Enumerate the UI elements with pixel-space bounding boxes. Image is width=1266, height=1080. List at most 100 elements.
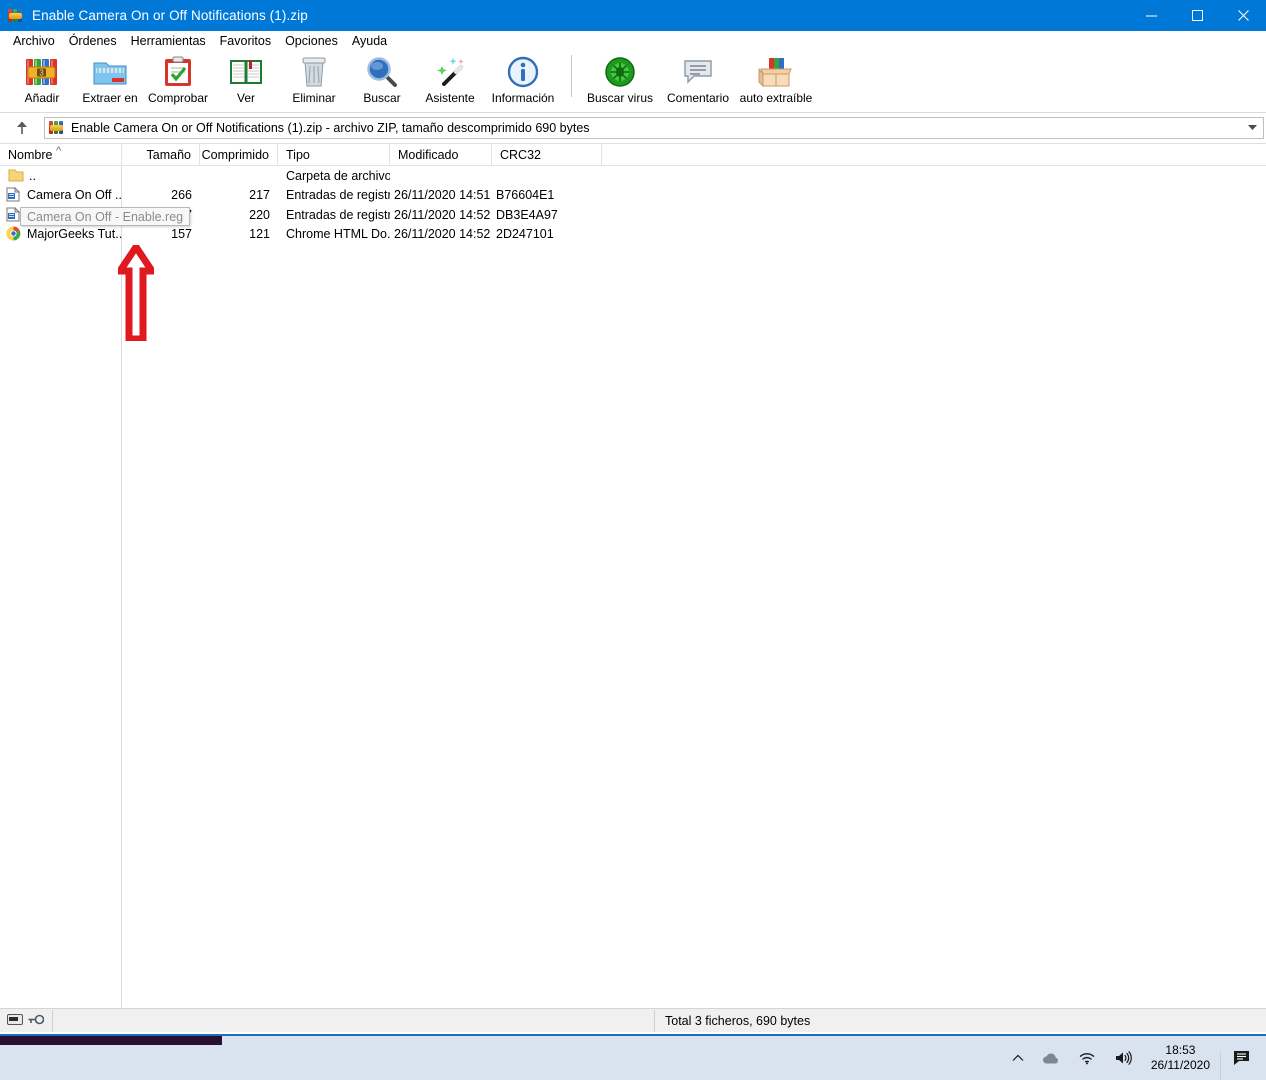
cell-type: Entradas de registro — [286, 207, 390, 222]
toolbar-label: Eliminar — [292, 91, 336, 105]
status-summary: Total 3 ficheros, 690 bytes — [654, 1009, 1266, 1032]
info-circle-icon — [507, 54, 539, 90]
toolbar-button-extraer-en[interactable]: Extraer en — [76, 51, 144, 111]
column-header-label: Comprimido — [201, 147, 269, 162]
window-controls — [1128, 0, 1266, 31]
status-summary-text: Total 3 ficheros, 690 bytes — [665, 1013, 811, 1028]
reg-file-icon — [6, 187, 22, 203]
status-icons — [0, 1010, 52, 1032]
wizard-wand-icon — [434, 54, 466, 90]
file-name: MajorGeeks Tut... — [27, 227, 122, 242]
windows-taskbar: 18:53 26/11/2020 — [0, 1034, 1266, 1080]
menu-item-favoritos[interactable]: Favoritos — [213, 32, 278, 50]
cell-name: .. — [0, 168, 122, 184]
notification-icon[interactable] — [1220, 1049, 1266, 1080]
cell-compressed: 217 — [249, 188, 270, 203]
winrar-window: Enable Camera On or Off Notifications (1… — [0, 0, 1266, 1080]
column-header-tamano[interactable]: Tamaño — [122, 143, 200, 166]
toolbar-label: Información — [491, 91, 555, 105]
up-arrow-icon[interactable] — [0, 115, 44, 141]
toolbar-button-comentario[interactable]: Comentario — [659, 51, 737, 111]
toolbar-label: Buscar virus — [586, 91, 654, 105]
winrar-icon — [8, 8, 24, 24]
menu-item-herramientas[interactable]: Herramientas — [124, 32, 213, 50]
toolbar-button-asistente[interactable]: Asistente — [416, 51, 484, 111]
clock-time: 18:53 — [1165, 1043, 1196, 1057]
minimize-button[interactable] — [1128, 0, 1174, 31]
column-header-label: CRC32 — [500, 147, 541, 162]
add-archive-icon: 3 — [25, 54, 59, 90]
column-header-nombre[interactable]: Nombre ^ — [0, 143, 122, 166]
cell-crc32: B76604E1 — [496, 188, 555, 203]
toolbar-button-eliminar[interactable]: Eliminar — [280, 51, 348, 111]
cell-size: 157 — [171, 227, 192, 242]
chevron-up-icon[interactable] — [1003, 1054, 1033, 1062]
taskbar-window-band — [0, 1036, 222, 1045]
system-tray: 18:53 26/11/2020 — [1003, 1036, 1266, 1080]
speaker-icon[interactable] — [1105, 1051, 1141, 1065]
status-bar: Total 3 ficheros, 690 bytes — [0, 1008, 1266, 1032]
toolbar-label: Ver — [236, 91, 255, 105]
cloud-icon[interactable] — [1033, 1052, 1069, 1065]
sfx-box-icon — [758, 54, 794, 90]
table-row[interactable]: .. Carpeta de archivos — [0, 166, 1266, 186]
menu-item-ayuda[interactable]: Ayuda — [345, 32, 394, 50]
folder-tree-pane[interactable] — [0, 166, 122, 1009]
toolbar-label: Comprobar — [147, 91, 209, 105]
toolbar-button-comprobar[interactable]: Comprobar — [144, 51, 212, 111]
column-header-label: Nombre — [8, 147, 53, 162]
column-header-comprimido[interactable]: Comprimido — [200, 143, 278, 166]
toolbar-label: Extraer en — [82, 91, 138, 105]
cell-crc32: DB3E4A97 — [496, 207, 558, 222]
svg-text:3: 3 — [39, 69, 44, 78]
maximize-button[interactable] — [1174, 0, 1220, 31]
column-header-tipo[interactable]: Tipo — [278, 143, 390, 166]
cell-modified: 26/11/2020 14:51 — [394, 188, 491, 203]
address-bar: Enable Camera On or Off Notifications (1… — [0, 114, 1266, 142]
toolbar-label: Asistente — [425, 91, 475, 105]
cell-modified: 26/11/2020 14:52 — [394, 227, 491, 242]
cell-type: Chrome HTML Do... — [286, 227, 390, 242]
clock-date: 26/11/2020 — [1150, 1058, 1210, 1072]
chrome-html-icon — [6, 226, 22, 242]
taskbar-clock[interactable]: 18:53 26/11/2020 — [1141, 1043, 1220, 1073]
comment-bubble-icon — [682, 54, 714, 90]
drive-icon — [7, 1012, 23, 1030]
table-row[interactable]: MajorGeeks Tut... 157 121 Chrome HTML Do… — [0, 225, 1266, 245]
toolbar-button-ver[interactable]: Ver — [212, 51, 280, 111]
cell-name: MajorGeeks Tut... — [0, 226, 122, 242]
toolbar-label: Comentario — [666, 91, 730, 105]
menu-item-opciones[interactable]: Opciones — [278, 32, 345, 50]
table-row[interactable]: Camera On Off ... 266 217 Entradas de re… — [0, 186, 1266, 206]
toolbar-button-auto-extraible[interactable]: auto extraíble — [737, 51, 815, 111]
file-name-tooltip: Camera On Off - Enable.reg — [20, 207, 191, 226]
toolbar-button-buscar[interactable]: Buscar — [348, 51, 416, 111]
toolbar-label: Añadir — [24, 91, 60, 105]
tray-divider — [1220, 1051, 1221, 1080]
archive-path-field[interactable]: Enable Camera On or Off Notifications (1… — [44, 117, 1264, 139]
menu-item-ordenes[interactable]: Órdenes — [62, 32, 124, 50]
wifi-icon[interactable] — [1069, 1051, 1105, 1065]
file-name: .. — [29, 168, 36, 183]
find-magnifier-icon — [366, 54, 398, 90]
cell-crc32: 2D247101 — [496, 227, 554, 242]
file-rows: .. Carpeta de archivos Camera On Off ...… — [0, 166, 1266, 244]
annotation-up-arrow — [113, 240, 159, 343]
key-icon — [28, 1012, 45, 1030]
folder-up-icon — [8, 168, 24, 184]
toolbar-label: Buscar — [363, 91, 401, 105]
toolbar: 3 Añadir Extraer en Comprobar Ver Elimin… — [0, 51, 1266, 113]
archive-path-text: Enable Camera On or Off Notifications (1… — [71, 121, 590, 135]
chevron-down-icon[interactable] — [1244, 118, 1260, 138]
cell-type: Entradas de registro — [286, 188, 390, 203]
close-button[interactable] — [1220, 0, 1266, 31]
toolbar-button-buscar-virus[interactable]: Buscar virus — [581, 51, 659, 111]
column-header-modificado[interactable]: Modificado — [390, 143, 492, 166]
cell-size: 266 — [171, 188, 192, 203]
menu-item-archivo[interactable]: Archivo — [6, 32, 62, 50]
file-list-panel: Nombre ^ Tamaño Comprimido Tipo Modifica… — [0, 143, 1266, 1009]
toolbar-button-informacion[interactable]: Información — [484, 51, 562, 111]
file-name: Camera On Off ... — [27, 188, 122, 203]
toolbar-button-anadir[interactable]: 3 Añadir — [8, 51, 76, 111]
column-header-crc32[interactable]: CRC32 — [492, 143, 602, 166]
